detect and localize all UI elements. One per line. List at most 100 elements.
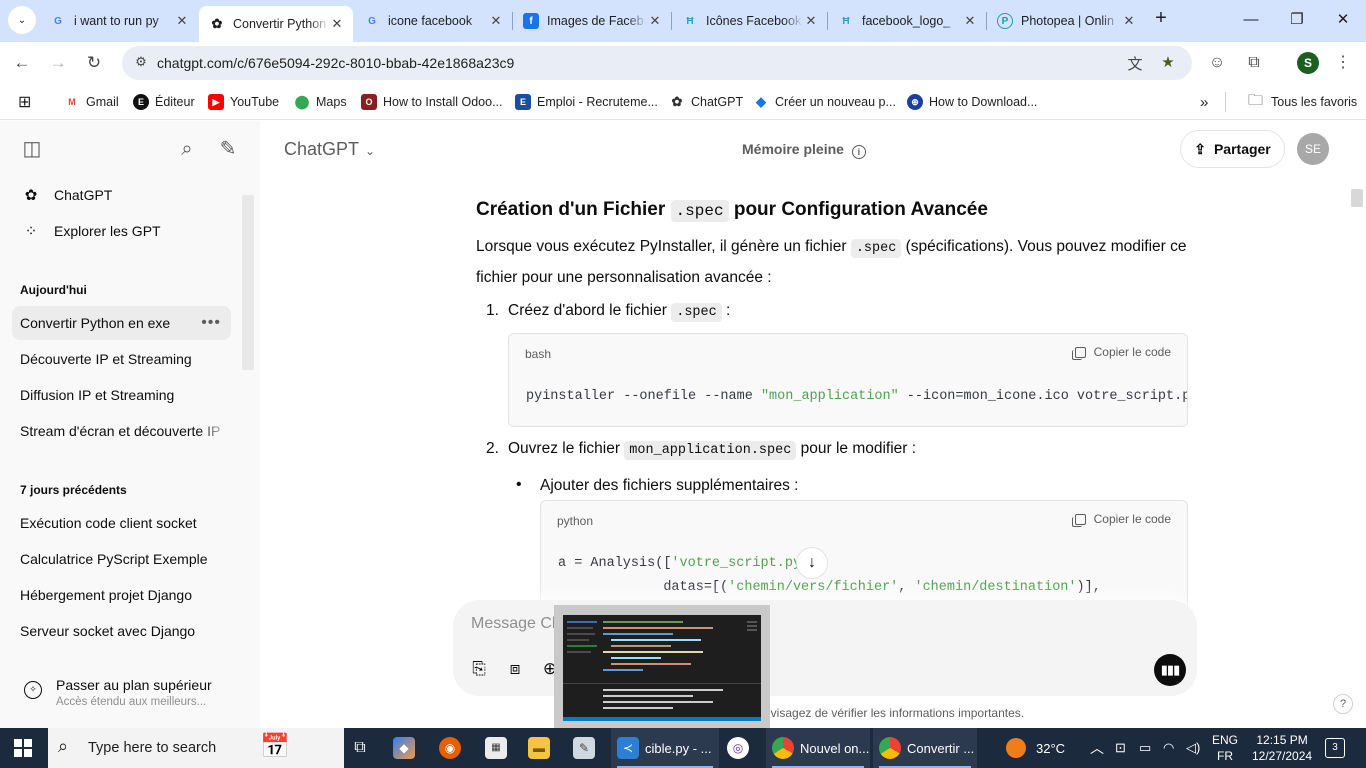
close-tab-icon[interactable]: ✕ <box>647 13 663 29</box>
inline-code: .spec <box>671 303 722 322</box>
chat-history-item[interactable]: Exécution code client socket <box>12 506 231 540</box>
bookmark-chatgpt[interactable]: ✿ ChatGPT <box>669 92 743 112</box>
taskbar-app-explorer[interactable]: ▬ <box>528 728 556 768</box>
toggle-sidebar-icon[interactable]: ◫ <box>20 137 44 161</box>
model-selector[interactable]: ChatGPT ⌄ <box>284 139 375 160</box>
browser-tab[interactable]: G icone facebook ✕ <box>354 6 512 36</box>
address-bar[interactable]: ⚙ chatgpt.com/c/676e5094-292c-8010-bbab-… <box>122 46 1192 80</box>
paint-icon: ✎ <box>573 737 595 759</box>
browser-tab[interactable]: G i want to run py ✕ <box>40 6 198 36</box>
extensions-puzzle-icon[interactable]: ⧉ <box>1242 51 1266 75</box>
input-language[interactable]: ENG FR <box>1212 732 1238 764</box>
youtube-icon: ▶ <box>208 94 224 110</box>
browser-tab[interactable]: f Images de Faceb ✕ <box>513 6 671 36</box>
info-icon[interactable]: i <box>851 145 866 159</box>
forward-icon[interactable]: → <box>45 50 71 76</box>
close-tab-icon[interactable]: ✕ <box>329 16 345 32</box>
chat-history-item[interactable]: Diffusion IP et Streaming <box>12 378 231 412</box>
new-chat-icon[interactable]: ✎ <box>216 137 240 161</box>
browser-tab-active[interactable]: ✿ Convertir Python ✕ <box>199 6 353 42</box>
taskbar-app-calendar[interactable]: ▦ <box>485 728 513 768</box>
user-avatar[interactable]: SE <box>1297 133 1329 165</box>
chat-history-item-active[interactable]: Convertir Python en exe ••• <box>12 306 231 340</box>
site-info-icon[interactable]: ⚙ <box>132 54 150 72</box>
bookmark-star-icon[interactable]: ★ <box>1158 53 1178 73</box>
more-options-icon[interactable]: ••• <box>201 306 221 340</box>
taskbar-app-copilot[interactable]: ◆ <box>393 728 421 768</box>
search-icon[interactable]: ⌕ <box>175 137 199 161</box>
menu-kebab-icon[interactable]: ⋮ <box>1331 51 1355 75</box>
upgrade-plan-button[interactable]: ✧ Passer au plan supérieur Accès étendu … <box>20 673 240 713</box>
taskbar-app-vscode[interactable]: ≺ cible.py - ... <box>611 728 719 768</box>
sidebar-item-chatgpt[interactable]: ✿ ChatGPT <box>14 179 234 211</box>
close-tab-icon[interactable]: ✕ <box>174 13 190 29</box>
reload-icon[interactable]: ↻ <box>81 50 107 76</box>
copy-code-button[interactable]: Copier le code <box>1071 512 1171 527</box>
bookmark-youtube[interactable]: ▶ YouTube <box>208 92 279 112</box>
bookmark-odoo[interactable]: O How to Install Odoo... <box>361 92 503 112</box>
weather-widget[interactable]: 32°C <box>1006 728 1065 768</box>
browser-tab[interactable]: P Photopea | Onlin ✕ <box>987 6 1145 36</box>
tab-search-icon[interactable]: ⌄ <box>8 6 36 34</box>
chat-history-item[interactable]: Stream d'écran et découverte IP <box>12 414 231 448</box>
close-tab-icon[interactable]: ✕ <box>1121 13 1137 29</box>
taskbar-app-obs[interactable]: ◎ <box>727 728 755 768</box>
battery-icon[interactable]: ▭ <box>1139 728 1151 768</box>
chat-history-item[interactable]: Serveur socket avec Django <box>12 614 231 648</box>
browser-tab[interactable]: Ħ facebook_logo_ ✕ <box>828 6 986 36</box>
taskbar-search-box[interactable]: ⌕ Type here to search 📅 <box>48 728 344 768</box>
windows-start-icon[interactable] <box>14 739 32 757</box>
apps-grid-icon[interactable]: ⊞ <box>18 92 31 112</box>
extension-avatar-icon[interactable]: ☺ <box>1205 51 1229 75</box>
copy-code-button[interactable]: Copier le code <box>1071 345 1171 360</box>
translate-icon[interactable]: 文 <box>1125 53 1145 73</box>
bookmark-editeur[interactable]: E Éditeur <box>133 92 195 112</box>
main-scrollbar[interactable] <box>1351 189 1363 207</box>
bookmark-gmail[interactable]: M Gmail <box>64 92 119 112</box>
bookmark-download[interactable]: ⊕ How to Download... <box>907 92 1037 112</box>
back-icon[interactable]: ← <box>9 50 35 76</box>
close-tab-icon[interactable]: ✕ <box>488 13 504 29</box>
chat-history-item[interactable]: Calculatrice PyScript Exemple <box>12 542 231 576</box>
help-icon[interactable]: ? <box>1333 694 1353 714</box>
tray-meet-icon[interactable]: ⊡ <box>1115 728 1126 768</box>
volume-icon[interactable]: ◁) <box>1186 728 1200 768</box>
memory-status[interactable]: Mémoire pleine i <box>742 141 866 159</box>
voice-mode-icon[interactable]: ▮▮▮ <box>1154 654 1186 686</box>
taskbar-app-chrome-2[interactable]: Convertir ... <box>873 728 977 768</box>
vscode-icon: ≺ <box>617 737 639 759</box>
close-tab-icon[interactable]: ✕ <box>803 13 819 29</box>
more-bookmarks-icon[interactable]: » <box>1200 92 1208 112</box>
taskbar-app-firefox[interactable]: ◉ <box>439 728 467 768</box>
restore-icon[interactable]: ❐ <box>1274 8 1320 34</box>
tray-chevron-up-icon[interactable]: ︿ <box>1090 728 1104 768</box>
chat-history-item[interactable]: Découverte IP et Streaming <box>12 342 231 376</box>
close-tab-icon[interactable]: ✕ <box>962 13 978 29</box>
taskbar-app-paint[interactable]: ✎ <box>573 728 601 768</box>
task-view-icon[interactable]: ⧉ <box>348 728 372 768</box>
system-clock[interactable]: 12:15 PM 12/27/2024 <box>1252 732 1312 764</box>
scroll-to-bottom-button[interactable]: ↓ <box>796 547 828 579</box>
attach-paperclip-icon[interactable]: ⎘ <box>468 658 490 680</box>
wifi-icon[interactable]: ◠ <box>1163 728 1174 768</box>
notification-center-icon[interactable]: 3 <box>1325 738 1345 758</box>
chat-history-item[interactable]: Hébergement projet Django <box>12 578 231 612</box>
bookmark-creer[interactable]: ◆ Créer un nouveau p... <box>753 92 896 112</box>
close-window-icon[interactable]: ✕ <box>1320 8 1366 34</box>
url-text[interactable]: chatgpt.com/c/676e5094-292c-8010-bbab-42… <box>157 55 514 71</box>
firefox-icon: ◉ <box>439 737 461 759</box>
new-tab-icon[interactable]: + <box>1150 8 1172 30</box>
taskbar-app-chrome-1[interactable]: Nouvel on... <box>766 728 870 768</box>
bookmark-emploi[interactable]: E Emploi - Recruteme... <box>515 92 658 112</box>
taskbar-window-preview[interactable] <box>554 605 770 728</box>
share-button[interactable]: ⇪ Partager <box>1180 130 1285 168</box>
profile-avatar[interactable]: S <box>1297 52 1319 74</box>
sidebar-item-explore-gpts[interactable]: ⁘ Explorer les GPT <box>14 215 234 247</box>
tools-icon[interactable]: ⧈ <box>504 658 526 680</box>
google-icon: G <box>54 15 62 27</box>
bookmark-maps[interactable]: ⬤ Maps <box>294 92 347 112</box>
minimize-icon[interactable]: — <box>1228 8 1274 34</box>
browser-tab[interactable]: Ħ Icônes Facebook ✕ <box>672 6 827 36</box>
all-bookmarks-folder[interactable]: 🗀 Tous les favoris <box>1248 92 1357 112</box>
sidebar-scrollbar[interactable] <box>242 195 254 370</box>
